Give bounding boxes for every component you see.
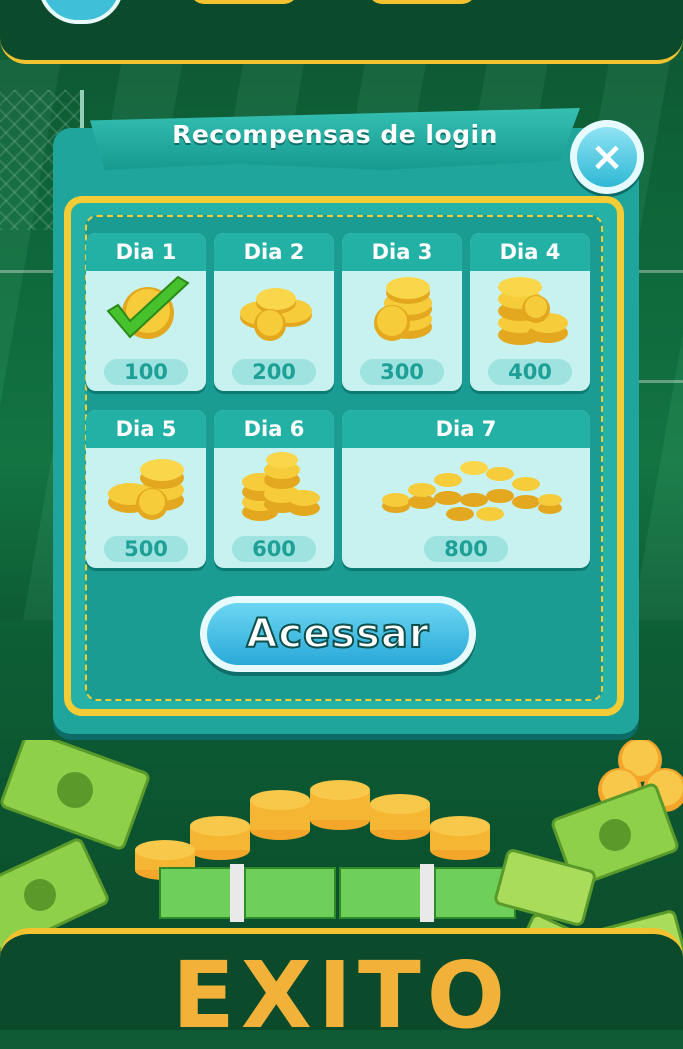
access-button[interactable]: Acessar <box>200 596 476 672</box>
day-card-5[interactable]: Dia 5 500 <box>86 410 206 568</box>
day-label: Dia 6 <box>214 410 334 448</box>
day-amount: 200 <box>232 359 316 385</box>
day-label: Dia 1 <box>86 233 206 271</box>
day-card-1[interactable]: Dia 1 100 <box>86 233 206 391</box>
day-card-3[interactable]: Dia 3 300 <box>342 233 462 391</box>
day-amount: 400 <box>488 359 572 385</box>
coin-hoard-icon <box>342 448 590 528</box>
top-bar <box>0 0 683 64</box>
day-amount: 500 <box>104 536 188 562</box>
day-amount: 300 <box>360 359 444 385</box>
day-label: Dia 5 <box>86 410 206 448</box>
access-button-label: Acessar <box>207 603 469 665</box>
coin-pile-icon <box>214 271 334 351</box>
close-button[interactable]: × <box>570 120 644 194</box>
top-avatar-button[interactable] <box>38 0 124 24</box>
coin-stack-icon <box>214 448 334 528</box>
claimed-coin-image <box>86 271 206 351</box>
day-card-7[interactable]: Dia 7 800 <box>342 410 590 568</box>
modal-banner: Recompensas de login <box>90 98 580 184</box>
day-card-4[interactable]: Dia 4 400 <box>470 233 590 391</box>
day-amount: 600 <box>232 536 316 562</box>
top-pill-left[interactable] <box>190 0 298 4</box>
day-card-2[interactable]: Dia 2 200 <box>214 233 334 391</box>
coin-pile-icon <box>342 271 462 351</box>
brand-logo: EXITO <box>172 942 511 1049</box>
coin-stack-icon <box>470 271 590 351</box>
day-amount: 100 <box>104 359 188 385</box>
day-card-6[interactable]: Dia 6 600 <box>214 410 334 568</box>
day-label: Dia 4 <box>470 233 590 271</box>
modal-title: Recompensas de login <box>172 120 498 149</box>
day-label: Dia 7 <box>342 410 590 448</box>
day-label: Dia 3 <box>342 233 462 271</box>
close-icon: × <box>577 127 637 187</box>
top-pill-right[interactable] <box>368 0 476 4</box>
day-amount: 800 <box>424 536 508 562</box>
coin-pile-icon <box>86 448 206 528</box>
day-label: Dia 2 <box>214 233 334 271</box>
